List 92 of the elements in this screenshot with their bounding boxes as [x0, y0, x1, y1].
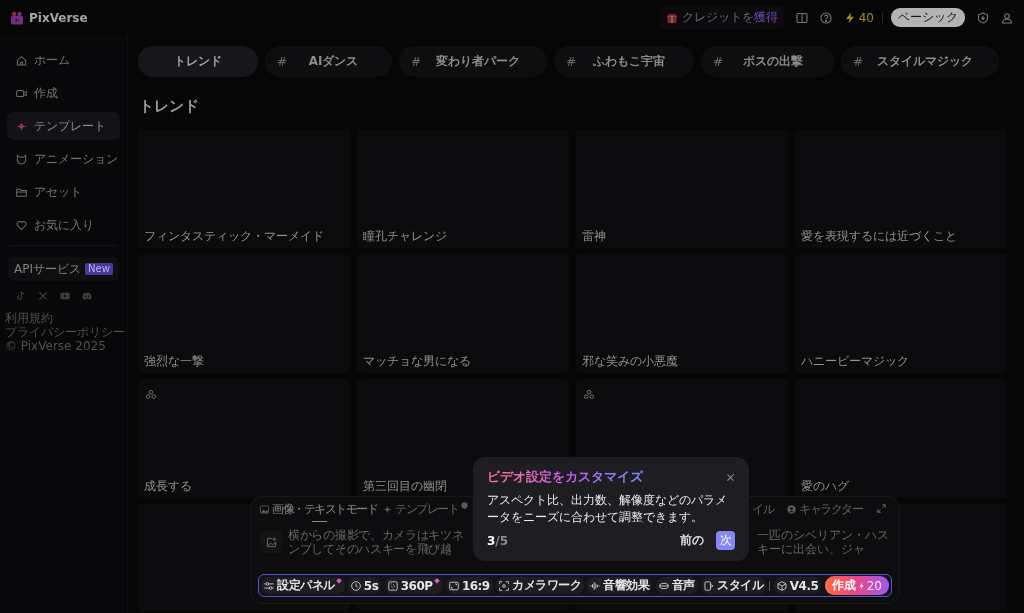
previous-button[interactable]: 前の: [672, 532, 712, 549]
aspect-ratio-button[interactable]: 16:9: [445, 577, 493, 594]
heart-icon: [16, 219, 27, 231]
brand-name: PixVerse: [29, 10, 88, 25]
sidebar-item[interactable]: 作成: [7, 79, 120, 107]
template-card[interactable]: フィンタスティック・マーメイド: [138, 129, 350, 248]
close-icon[interactable]: [726, 472, 735, 482]
cat-face-icon: [16, 153, 27, 165]
template-card[interactable]: 邪な笑みの小悪魔: [576, 254, 788, 373]
discord-icon[interactable]: [82, 291, 92, 301]
folder-icon: [16, 186, 27, 198]
add-image-button[interactable]: [260, 531, 282, 553]
sparkle-icon: [383, 504, 392, 514]
person-icon: [787, 504, 796, 514]
card-title: 邪な笑みの小悪魔: [581, 354, 678, 370]
frame-icon: [448, 580, 459, 591]
book-icon[interactable]: [795, 11, 808, 24]
duration-button[interactable]: 5s: [347, 577, 382, 594]
focus-icon: [499, 580, 510, 591]
card-title: ハニービーマジック: [800, 354, 909, 370]
template-card[interactable]: マッチョな男になる: [357, 254, 569, 373]
image-plus-icon: [265, 536, 277, 548]
youtube-icon[interactable]: [60, 291, 70, 301]
dot-icon: [461, 502, 468, 509]
template-card[interactable]: 強烈な一撃: [138, 254, 350, 373]
card-title: 瞳孔チャレンジ: [362, 229, 447, 245]
template-card[interactable]: 雷神: [576, 129, 788, 248]
template-card[interactable]: 愛を表現するには近づくこと: [795, 129, 1007, 248]
category-tab[interactable]: # ボスの出撃: [701, 46, 834, 77]
door-arrow-icon: [704, 580, 715, 591]
step-counter: 3/5: [487, 533, 509, 548]
settings-panel-button[interactable]: 設定パネル: [261, 577, 345, 594]
lips-icon: [658, 580, 669, 591]
style-button[interactable]: スタイル: [701, 577, 767, 594]
create-button[interactable]: 作成 20: [824, 576, 889, 595]
category-tab[interactable]: # ふわもこ宇宙: [554, 46, 694, 77]
card-title: 成長する: [143, 479, 192, 495]
card-title: 愛を表現するには近づくこと: [800, 229, 957, 245]
user-icon[interactable]: [1001, 11, 1013, 24]
card-title: マッチョな男になる: [362, 354, 471, 370]
card-title: 愛のハグ: [800, 479, 849, 495]
prompt-text[interactable]: 一匹のシベリアン・ハスキーに出会い、ジャ: [757, 528, 891, 556]
clock-icon: [350, 580, 361, 591]
lightning-icon: [843, 11, 856, 24]
expand-icon[interactable]: [877, 504, 886, 513]
sidebar-item[interactable]: アニメーション: [7, 145, 120, 173]
earn-credits-button[interactable]: クレジットを獲得: [659, 6, 784, 29]
api-service-button[interactable]: APIサービス New: [8, 257, 119, 281]
card-title: 第三回目の幽閉: [362, 479, 447, 495]
prompt-text[interactable]: 横からの撮影で、カメラはキツネ ンプしてそのハスキーを飛び越: [288, 528, 464, 556]
waveform-icon: [590, 580, 601, 591]
model-version-button[interactable]: V4.5: [773, 577, 822, 594]
tooltip-title: ビデオ設定をカスタマイズ: [487, 469, 643, 485]
image-icon: [260, 504, 269, 514]
card-title: フィンタスティック・マーメイド: [143, 229, 324, 245]
logo-icon: [10, 10, 24, 25]
camera-work-button[interactable]: カメラワーク: [496, 577, 585, 594]
video-camera-icon: [16, 87, 27, 99]
plan-badge[interactable]: ベーシック: [891, 8, 965, 27]
card-title: 雷神: [581, 229, 606, 245]
sparkle-icon: [16, 120, 27, 132]
card-title: 強烈な一撃: [143, 354, 204, 370]
cube-icon: [776, 580, 787, 591]
x-icon[interactable]: [38, 291, 48, 301]
sliders-icon: [264, 580, 274, 591]
copyright-text: © PixVerse 2025: [5, 339, 106, 353]
energy-count: 40: [858, 10, 874, 25]
category-tab[interactable]: # スタイルマジック: [841, 46, 999, 77]
category-tab[interactable]: # 変わり者パーク: [399, 46, 547, 77]
section-title: トレンド: [139, 98, 200, 115]
mode-tab[interactable]: 画像・テキストモード: [260, 499, 377, 522]
category-tab[interactable]: トレンド: [138, 46, 258, 77]
template-card[interactable]: ハニービーマジック: [795, 254, 1007, 373]
dotted-square-icon: [387, 580, 398, 591]
category-tab[interactable]: # AIダンス: [265, 46, 392, 77]
sidebar-item[interactable]: アセット: [7, 178, 120, 206]
shield-icon[interactable]: [977, 11, 989, 24]
resolution-button[interactable]: 360P: [384, 577, 443, 594]
template-card[interactable]: 瞳孔チャレンジ: [357, 129, 569, 248]
gift-icon: [665, 11, 678, 24]
template-card[interactable]: 愛のハグ: [795, 379, 1007, 498]
tiktok-icon[interactable]: [16, 291, 26, 301]
new-badge: New: [85, 263, 113, 275]
sidebar-item[interactable]: テンプレート: [7, 112, 120, 140]
voice-button[interactable]: 音声: [655, 577, 698, 594]
sidebar-item[interactable]: ホーム: [7, 46, 120, 74]
lightning-icon: [858, 581, 864, 590]
home-icon: [16, 54, 27, 66]
sidebar-item[interactable]: お気に入り: [7, 211, 120, 239]
template-card[interactable]: 成長する: [138, 379, 350, 498]
sound-effects-button[interactable]: 音響効果: [587, 577, 653, 594]
help-icon[interactable]: [819, 11, 832, 24]
